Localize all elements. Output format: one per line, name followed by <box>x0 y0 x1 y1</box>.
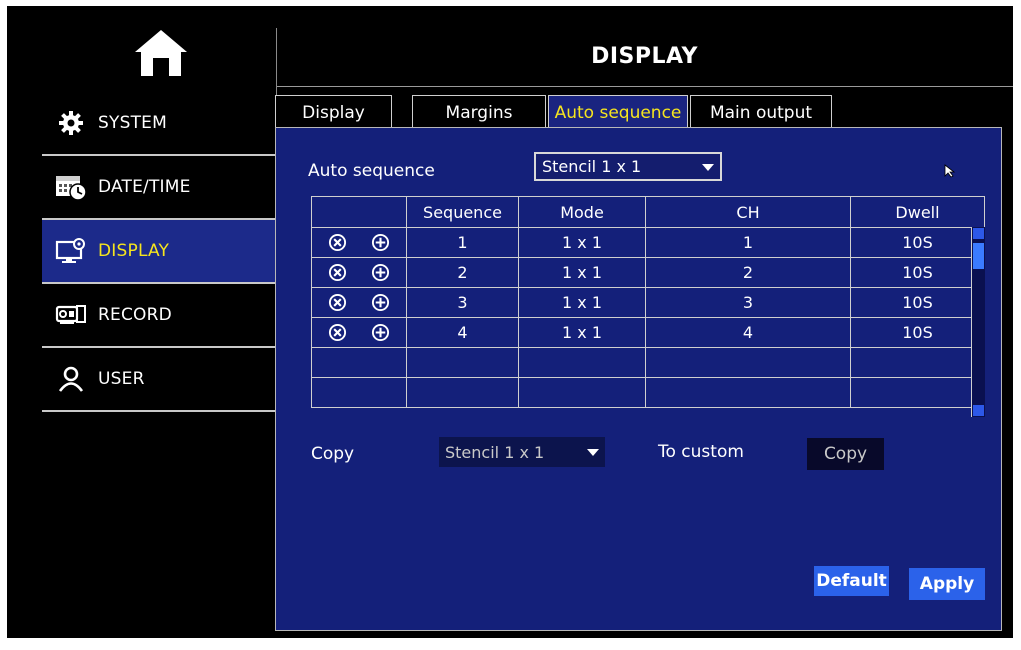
tab-display[interactable]: Display <box>275 95 392 129</box>
delete-circle-icon[interactable] <box>328 233 347 252</box>
table-row[interactable]: 2 1 x 1 2 10S <box>311 257 985 288</box>
gear-icon <box>54 108 88 138</box>
delete-circle-icon[interactable] <box>328 293 347 312</box>
delete-circle-icon[interactable] <box>328 323 347 342</box>
dvr-screen: SYSTEM DATE/TIME DISPLAY RECORD USER DIS… <box>7 6 1013 638</box>
cell-mode: 1 x 1 <box>518 317 646 348</box>
cell-sequence: 2 <box>406 257 519 288</box>
copy-source-select[interactable]: Stencil 1 x 1 <box>439 437 605 467</box>
add-circle-icon[interactable] <box>371 293 390 312</box>
cell-mode: 1 x 1 <box>518 257 646 288</box>
sidebar-item-user[interactable]: USER <box>42 348 276 412</box>
column-header-sequence: Sequence <box>406 196 519 228</box>
table-row[interactable]: 1 1 x 1 1 10S <box>311 227 985 258</box>
sidebar-item-datetime[interactable]: DATE/TIME <box>42 156 276 220</box>
table-row-empty <box>311 377 985 408</box>
sidebar-item-label: DATE/TIME <box>98 177 191 197</box>
delete-circle-icon[interactable] <box>328 263 347 282</box>
default-button[interactable]: Default <box>814 566 889 596</box>
to-custom-label: To custom <box>658 442 744 462</box>
cell-ch: 4 <box>645 317 851 348</box>
auto-sequence-label: Auto sequence <box>308 161 435 181</box>
cell-mode: 1 x 1 <box>518 227 646 258</box>
copy-button[interactable]: Copy <box>807 438 884 470</box>
sequence-table: Sequence Mode CH Dwell 1 1 x 1 1 10S 2 1… <box>311 196 985 408</box>
mouse-cursor-icon <box>944 164 956 178</box>
chevron-down-icon <box>587 449 599 456</box>
cell-ch: 1 <box>645 227 851 258</box>
auto-sequence-panel: Auto sequence Stencil 1 x 1 Sequence Mod… <box>275 127 1002 631</box>
add-circle-icon[interactable] <box>371 323 390 342</box>
table-row[interactable]: 4 1 x 1 4 10S <box>311 317 985 348</box>
sidebar-item-label: RECORD <box>98 305 172 325</box>
cell-ch: 3 <box>645 287 851 318</box>
scroll-thumb[interactable] <box>973 243 984 269</box>
sidebar-item-record[interactable]: RECORD <box>42 284 276 348</box>
add-circle-icon[interactable] <box>371 263 390 282</box>
column-header-ch: CH <box>645 196 851 228</box>
column-header-mode: Mode <box>518 196 646 228</box>
cell-dwell: 10S <box>850 317 985 348</box>
cell-dwell: 10S <box>850 287 985 318</box>
tab-margins[interactable]: Margins <box>412 95 546 129</box>
page-title: DISPLAY <box>591 44 698 69</box>
tab-main-output[interactable]: Main output <box>690 95 832 129</box>
cell-sequence: 3 <box>406 287 519 318</box>
cell-sequence: 4 <box>406 317 519 348</box>
cell-sequence: 1 <box>406 227 519 258</box>
monitor-gear-icon <box>54 236 88 266</box>
add-circle-icon[interactable] <box>371 233 390 252</box>
auto-sequence-select[interactable]: Stencil 1 x 1 <box>534 152 722 181</box>
cell-ch: 2 <box>645 257 851 288</box>
copy-label: Copy <box>311 444 355 464</box>
calendar-clock-icon <box>54 172 88 202</box>
header-divider <box>277 86 1013 87</box>
copy-source-value: Stencil 1 x 1 <box>445 442 545 462</box>
cell-mode: 1 x 1 <box>518 287 646 318</box>
sidebar-item-label: SYSTEM <box>98 113 167 133</box>
tab-auto-sequence[interactable]: Auto sequence <box>548 95 688 129</box>
table-scrollbar[interactable] <box>971 227 985 417</box>
auto-sequence-select-value: Stencil 1 x 1 <box>542 157 642 176</box>
table-row[interactable]: 3 1 x 1 3 10S <box>311 287 985 318</box>
home-button[interactable] <box>133 28 189 78</box>
column-header-dwell: Dwell <box>850 196 985 228</box>
user-icon <box>54 364 88 394</box>
cell-dwell: 10S <box>850 257 985 288</box>
table-header-row: Sequence Mode CH Dwell <box>311 196 985 228</box>
apply-button[interactable]: Apply <box>909 568 985 600</box>
column-header-actions <box>311 196 407 228</box>
sidebar-item-label: USER <box>98 369 145 389</box>
cell-dwell: 10S <box>850 227 985 258</box>
scroll-down-icon[interactable] <box>973 405 984 416</box>
sidebar-item-display[interactable]: DISPLAY <box>42 220 276 284</box>
sidebar-item-system[interactable]: SYSTEM <box>42 92 276 156</box>
sidebar-item-label: DISPLAY <box>98 241 170 261</box>
camera-icon <box>54 300 88 330</box>
scroll-up-icon[interactable] <box>973 228 984 239</box>
chevron-down-icon <box>702 163 714 171</box>
table-row-empty <box>311 347 985 378</box>
home-icon <box>135 30 187 76</box>
